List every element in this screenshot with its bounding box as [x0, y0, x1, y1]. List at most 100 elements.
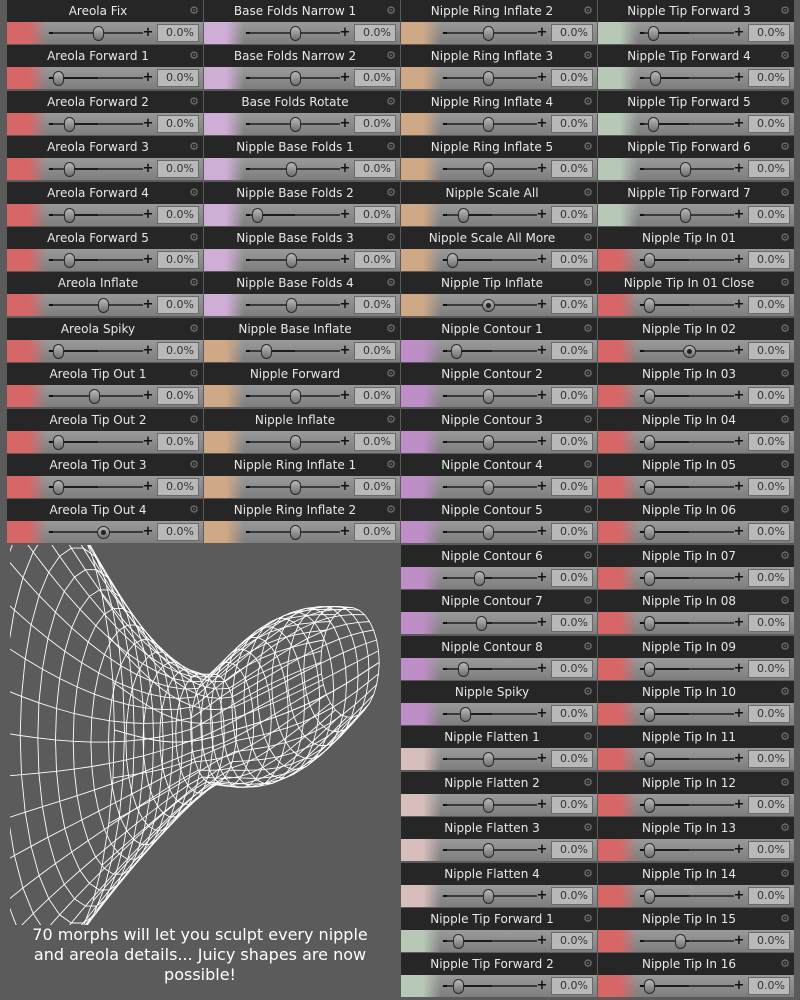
gear-icon[interactable]: ⚙: [582, 414, 594, 426]
slider-track[interactable]: [447, 889, 537, 904]
value-field[interactable]: 0.0%: [748, 206, 790, 224]
value-field[interactable]: 0.0%: [551, 24, 593, 42]
value-field[interactable]: 0.0%: [157, 478, 199, 496]
gear-icon[interactable]: ⚙: [385, 5, 397, 17]
slider-track[interactable]: [447, 979, 537, 994]
slider-knob[interactable]: [683, 345, 696, 358]
gear-icon[interactable]: ⚙: [385, 277, 397, 289]
slider-knob[interactable]: [285, 162, 297, 177]
value-field[interactable]: 0.0%: [551, 887, 593, 905]
gear-icon[interactable]: ⚙: [188, 368, 200, 380]
gear-icon[interactable]: ⚙: [385, 96, 397, 108]
slider-track[interactable]: [250, 298, 340, 313]
value-field[interactable]: 0.0%: [354, 24, 396, 42]
slider-track[interactable]: [644, 798, 734, 813]
gear-icon[interactable]: ⚙: [582, 96, 594, 108]
plus-icon[interactable]: +: [142, 250, 154, 270]
slider-track[interactable]: [250, 117, 340, 132]
plus-icon[interactable]: +: [733, 477, 745, 497]
slider-track[interactable]: [644, 843, 734, 858]
plus-icon[interactable]: +: [536, 295, 548, 315]
value-field[interactable]: 0.0%: [551, 932, 593, 950]
value-field[interactable]: 0.0%: [354, 160, 396, 178]
plus-icon[interactable]: +: [733, 250, 745, 270]
plus-icon[interactable]: +: [733, 522, 745, 542]
gear-icon[interactable]: ⚙: [582, 277, 594, 289]
slider-knob[interactable]: [482, 162, 494, 177]
value-field[interactable]: 0.0%: [354, 342, 396, 360]
value-field[interactable]: 0.0%: [551, 660, 593, 678]
slider-knob[interactable]: [679, 162, 691, 177]
value-field[interactable]: 0.0%: [551, 478, 593, 496]
value-field[interactable]: 0.0%: [354, 478, 396, 496]
gear-icon[interactable]: ⚙: [779, 777, 791, 789]
slider-track[interactable]: [644, 979, 734, 994]
slider-track[interactable]: [644, 253, 734, 268]
slider-knob[interactable]: [290, 389, 301, 404]
slider-knob[interactable]: [644, 979, 656, 994]
slider-track[interactable]: [644, 345, 734, 358]
value-field[interactable]: 0.0%: [551, 523, 593, 541]
slider-track[interactable]: [250, 344, 340, 359]
gear-icon[interactable]: ⚙: [385, 50, 397, 62]
value-field[interactable]: 0.0%: [748, 569, 790, 587]
slider-track[interactable]: [53, 253, 143, 268]
plus-icon[interactable]: +: [536, 23, 548, 43]
gear-icon[interactable]: ⚙: [188, 323, 200, 335]
slider-track[interactable]: [250, 162, 340, 177]
slider-track[interactable]: [53, 480, 143, 495]
slider-track[interactable]: [250, 480, 340, 495]
slider-track[interactable]: [447, 616, 537, 631]
plus-icon[interactable]: +: [536, 886, 548, 906]
gear-icon[interactable]: ⚙: [582, 550, 594, 562]
slider-knob[interactable]: [458, 662, 470, 677]
value-field[interactable]: 0.0%: [748, 251, 790, 269]
gear-icon[interactable]: ⚙: [188, 5, 200, 17]
slider-knob[interactable]: [252, 208, 264, 223]
slider-knob[interactable]: [96, 526, 110, 539]
value-field[interactable]: 0.0%: [551, 705, 593, 723]
plus-icon[interactable]: +: [536, 68, 548, 88]
plus-icon[interactable]: +: [733, 931, 745, 951]
gear-icon[interactable]: ⚙: [188, 50, 200, 62]
gear-icon[interactable]: ⚙: [188, 277, 200, 289]
slider-knob[interactable]: [53, 480, 65, 495]
gear-icon[interactable]: ⚙: [582, 50, 594, 62]
plus-icon[interactable]: +: [142, 114, 154, 134]
slider-knob[interactable]: [644, 662, 656, 677]
slider-track[interactable]: [250, 26, 340, 41]
gear-icon[interactable]: ⚙: [188, 459, 200, 471]
plus-icon[interactable]: +: [536, 749, 548, 769]
slider-knob[interactable]: [482, 117, 494, 132]
plus-icon[interactable]: +: [339, 114, 351, 134]
slider-track[interactable]: [447, 71, 537, 86]
plus-icon[interactable]: +: [339, 159, 351, 179]
plus-icon[interactable]: +: [339, 386, 351, 406]
gear-icon[interactable]: ⚙: [385, 459, 397, 471]
gear-icon[interactable]: ⚙: [779, 5, 791, 17]
slider-knob[interactable]: [451, 344, 462, 359]
gear-icon[interactable]: ⚙: [779, 686, 791, 698]
slider-knob[interactable]: [648, 117, 659, 132]
value-field[interactable]: 0.0%: [551, 977, 593, 995]
plus-icon[interactable]: +: [536, 205, 548, 225]
slider-knob[interactable]: [482, 26, 494, 41]
value-field[interactable]: 0.0%: [354, 115, 396, 133]
gear-icon[interactable]: ⚙: [779, 913, 791, 925]
value-field[interactable]: 0.0%: [748, 750, 790, 768]
slider-knob[interactable]: [290, 435, 301, 450]
gear-icon[interactable]: ⚙: [582, 323, 594, 335]
slider-knob[interactable]: [482, 889, 494, 904]
plus-icon[interactable]: +: [142, 341, 154, 361]
slider-track[interactable]: [447, 344, 537, 359]
value-field[interactable]: 0.0%: [157, 342, 199, 360]
value-field[interactable]: 0.0%: [551, 160, 593, 178]
plus-icon[interactable]: +: [339, 68, 351, 88]
slider-track[interactable]: [644, 117, 734, 132]
slider-knob[interactable]: [458, 208, 470, 223]
gear-icon[interactable]: ⚙: [582, 731, 594, 743]
slider-knob[interactable]: [482, 389, 494, 404]
plus-icon[interactable]: +: [536, 659, 548, 679]
slider-track[interactable]: [644, 71, 734, 86]
value-field[interactable]: 0.0%: [551, 796, 593, 814]
